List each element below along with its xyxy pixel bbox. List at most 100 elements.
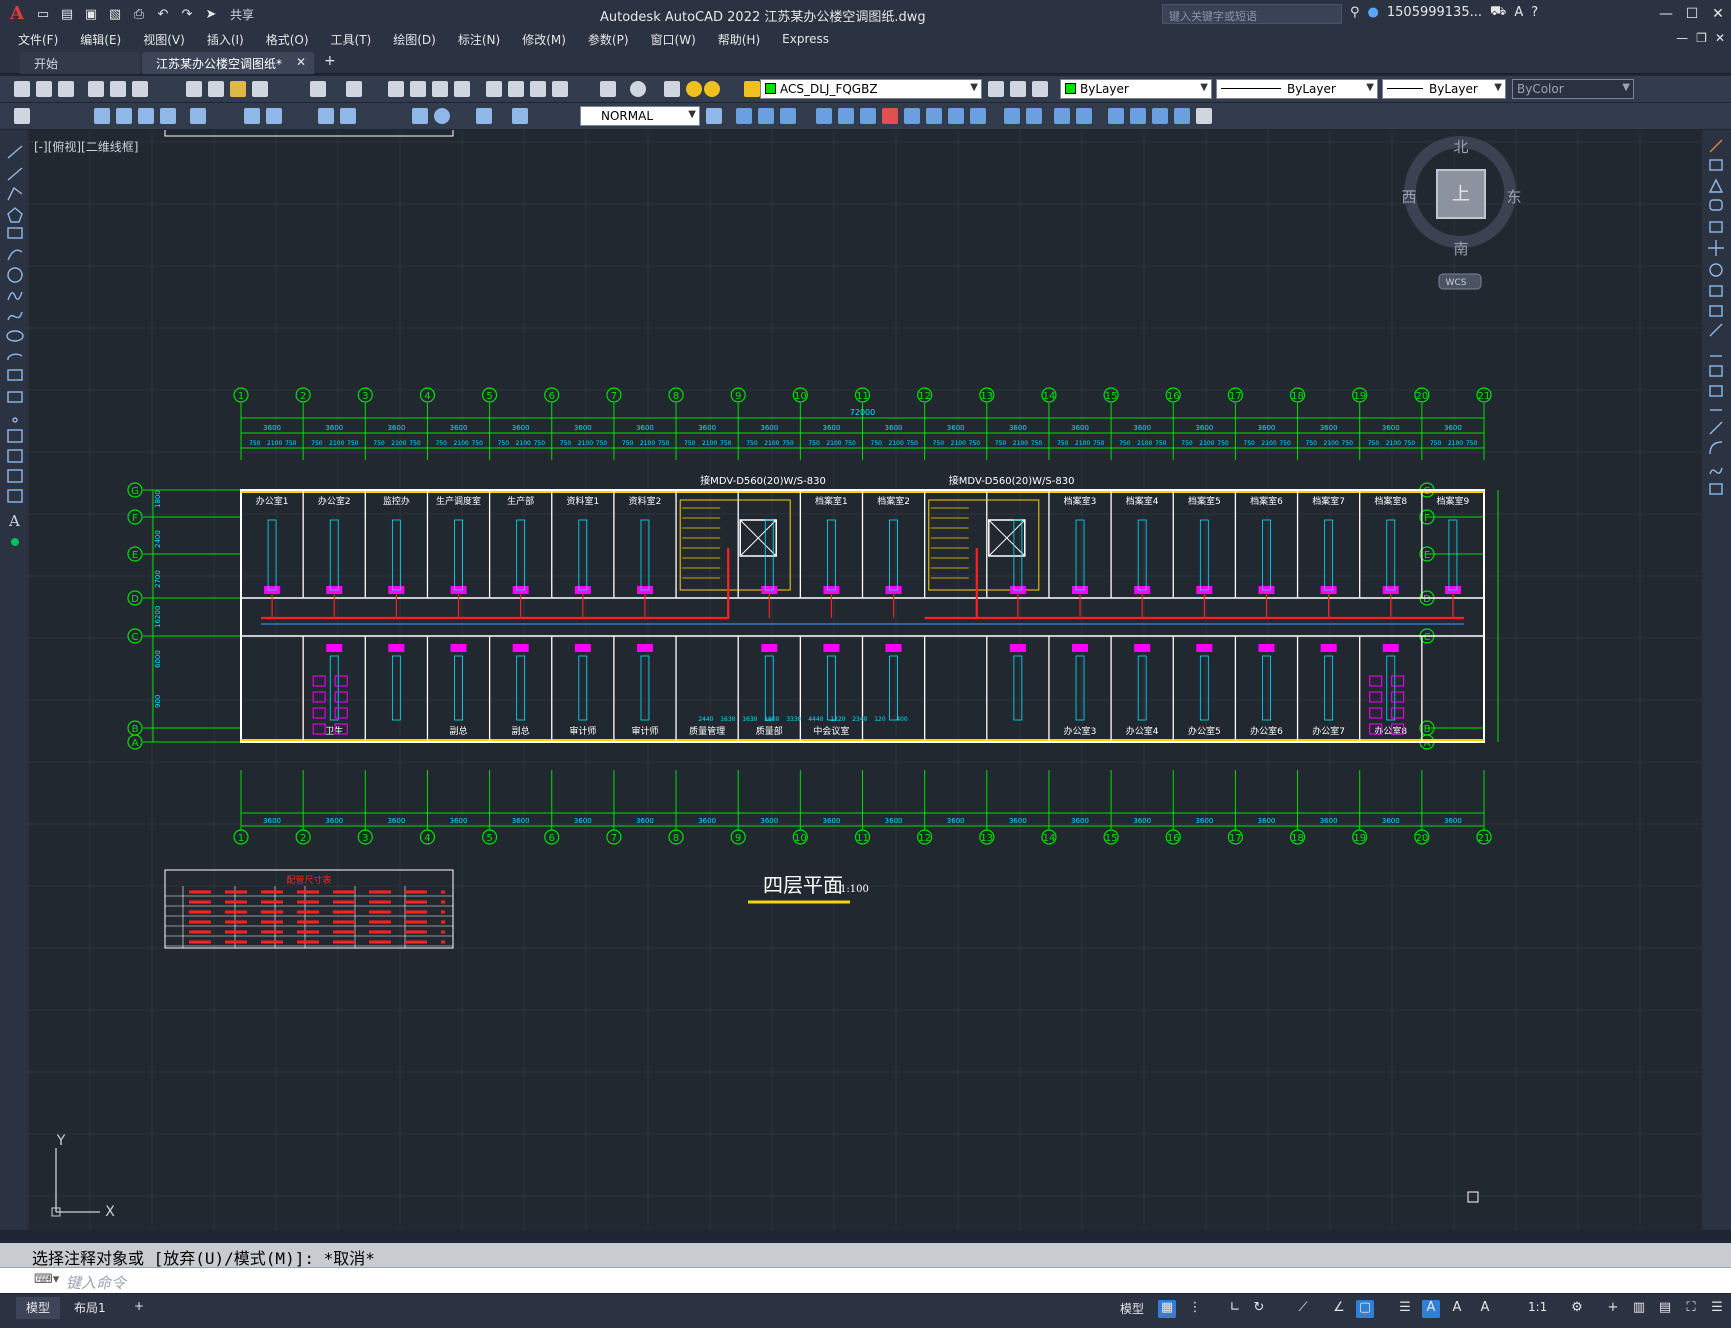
offset-icon[interactable]	[816, 108, 832, 124]
floor-plan-drawing[interactable]: 720001136003600750 2100 7502236003600750 21…	[28, 130, 1702, 1230]
new-icon[interactable]	[14, 81, 30, 97]
cut-icon[interactable]	[186, 81, 202, 97]
customization-menu-icon[interactable]: ☰	[1708, 1300, 1726, 1318]
cart-icon[interactable]: ⛟	[1490, 4, 1506, 21]
dim-ordinate-icon[interactable]	[160, 108, 176, 124]
plot-icon[interactable]	[88, 81, 104, 97]
annotation-scale-value[interactable]: 1:1	[1528, 1300, 1547, 1314]
dim-continue-icon[interactable]	[340, 108, 356, 124]
menu-draw[interactable]: 绘图(D)	[393, 31, 436, 48]
quick-dim-icon[interactable]	[14, 108, 30, 124]
minimize-button[interactable]: —	[1653, 0, 1679, 28]
break-side-icon[interactable]	[1709, 365, 1723, 377]
annotation-visibility-icon[interactable]: A	[1422, 1300, 1440, 1318]
model-space-toggle[interactable]: 模型	[1120, 1300, 1144, 1317]
layer-state-icon[interactable]	[1032, 81, 1048, 97]
print-icon[interactable]: ⎙	[130, 5, 148, 23]
dim-baseline-icon[interactable]	[318, 108, 334, 124]
preview-icon[interactable]	[110, 81, 126, 97]
redo-toolbar-icon[interactable]	[346, 81, 362, 97]
color-dropdown[interactable]: ByLayer ▼	[1060, 79, 1212, 99]
tolerance-icon[interactable]	[412, 108, 428, 124]
zoom-previous-icon[interactable]	[454, 81, 470, 97]
layer-on-icon[interactable]	[686, 81, 702, 97]
match-properties-icon[interactable]	[252, 81, 268, 97]
table-tool-icon[interactable]	[7, 489, 23, 503]
plotstyle-dropdown[interactable]: ByColor ▼	[1512, 79, 1634, 99]
menu-parametric[interactable]: 参数(P)	[588, 31, 629, 48]
open-icon[interactable]	[36, 81, 52, 97]
new-tab-button[interactable]: +	[324, 53, 336, 69]
calculator-icon[interactable]	[600, 81, 616, 97]
doc-close-icon[interactable]: ✕	[1715, 31, 1725, 45]
share-icon[interactable]: ➤	[202, 5, 220, 23]
polygon-tool-icon[interactable]	[7, 207, 23, 223]
make-block-icon[interactable]	[7, 391, 23, 403]
menu-modify[interactable]: 修改(M)	[522, 31, 566, 48]
grid-icon[interactable]: ▦	[1158, 1300, 1176, 1318]
erase-icon[interactable]	[736, 108, 752, 124]
layer-freeze-icon[interactable]	[704, 81, 720, 97]
doc-restore-icon[interactable]: ❐	[1696, 31, 1707, 45]
annotation-scale-icon[interactable]: A	[1476, 1300, 1494, 1318]
sheet-set-icon[interactable]	[552, 81, 568, 97]
save-as-icon[interactable]: ▧	[106, 5, 124, 23]
tool-palettes-icon[interactable]	[530, 81, 546, 97]
explode-icon[interactable]	[1108, 108, 1124, 124]
zoom-window-icon[interactable]	[432, 81, 448, 97]
scale-icon[interactable]	[904, 108, 920, 124]
join-side-icon[interactable]	[1709, 385, 1723, 397]
new-file-icon[interactable]: ▭	[34, 5, 52, 23]
stretch-side-icon[interactable]	[1709, 305, 1723, 317]
help-icon[interactable]: ?	[1531, 5, 1538, 20]
doc-minimize-icon[interactable]: —	[1676, 31, 1688, 45]
command-input[interactable]: ⌨▾ 键入命令	[0, 1267, 1731, 1293]
dim-text-edit-icon[interactable]	[512, 108, 528, 124]
break-icon[interactable]	[1004, 108, 1020, 124]
bring-front-icon[interactable]	[1152, 108, 1168, 124]
line-tool-icon[interactable]	[7, 145, 23, 159]
autodesk-app-icon[interactable]: A	[1514, 5, 1523, 20]
lineweight-icon[interactable]: ☰	[1396, 1300, 1414, 1318]
trim-icon[interactable]	[948, 108, 964, 124]
revision-cloud-icon[interactable]	[7, 291, 23, 301]
dim-diameter-icon[interactable]	[244, 108, 260, 124]
dim-style-icon[interactable]	[706, 108, 722, 124]
circle-tool-icon[interactable]	[7, 267, 23, 283]
dimstyle-dropdown[interactable]: NORMAL ▼	[580, 106, 700, 126]
publish-icon[interactable]	[132, 81, 148, 97]
annotation-monitor-icon[interactable]: +	[1604, 1300, 1622, 1318]
construction-line-icon[interactable]	[7, 167, 23, 181]
scale-side-icon[interactable]	[1709, 285, 1723, 297]
polyline-tool-icon[interactable]	[7, 186, 23, 201]
copy-side-icon[interactable]	[1709, 159, 1723, 171]
viewport-controls[interactable]: [-][俯视][二维线框]	[34, 138, 138, 155]
offset-side-icon[interactable]	[1709, 199, 1723, 211]
gradient-tool-icon[interactable]	[7, 449, 23, 463]
units-icon[interactable]: ▥	[1630, 1300, 1648, 1318]
zoom-realtime-icon[interactable]	[410, 81, 426, 97]
autocad-logo-icon[interactable]: A	[6, 3, 28, 25]
blend-curves-icon[interactable]	[1709, 467, 1723, 475]
polar-icon[interactable]: ↻	[1250, 1300, 1268, 1318]
insert-block-icon[interactable]	[7, 369, 23, 381]
user-icon[interactable]: ●	[1368, 5, 1379, 20]
extend-icon[interactable]	[970, 108, 986, 124]
dim-linear-icon[interactable]	[94, 108, 110, 124]
auto-scale-icon[interactable]: A	[1448, 1300, 1466, 1318]
point-tool-icon[interactable]	[12, 417, 18, 423]
spline-tool-icon[interactable]	[7, 311, 23, 321]
linetype-dropdown[interactable]: ByLayer ▼	[1216, 79, 1378, 99]
pan-icon[interactable]	[388, 81, 404, 97]
layer-dropdown[interactable]: ACS_DLJ_FQGBZ ▼	[760, 79, 982, 99]
stretch-icon[interactable]	[926, 108, 942, 124]
rotate-icon[interactable]	[882, 108, 898, 124]
paste-icon[interactable]	[230, 81, 246, 97]
object-snap-icon[interactable]: ▢	[1356, 1300, 1374, 1318]
share-button[interactable]: 共享	[230, 6, 254, 23]
array-side-icon[interactable]	[1709, 221, 1723, 233]
tab-model[interactable]: 模型	[16, 1297, 61, 1319]
center-mark-icon[interactable]	[434, 108, 450, 124]
menu-window[interactable]: 窗口(W)	[651, 31, 696, 48]
region-tool-icon[interactable]	[7, 469, 23, 483]
